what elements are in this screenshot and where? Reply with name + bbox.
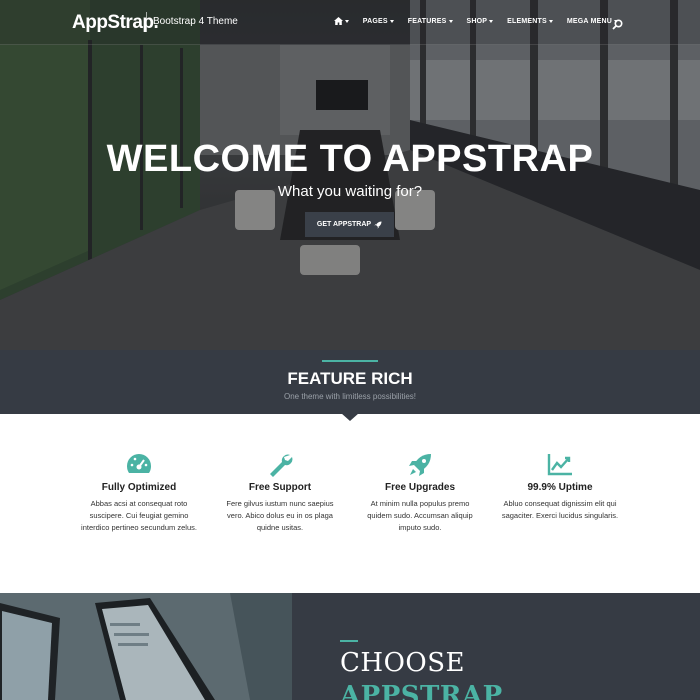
feature-card: 99.9% Uptime Abluo consequat dignissim e… xyxy=(500,452,620,522)
feature-description: Abluo consequat dignissim elit qui sagac… xyxy=(501,499,619,520)
feature-title: Free Upgrades xyxy=(384,482,456,493)
choose-subtitle: APPSTRAP xyxy=(340,681,503,700)
brand-tagline: Bootstrap 4 Theme xyxy=(153,16,238,27)
logo-divider xyxy=(146,12,147,32)
main-menu: PAGES FEATURES SHOP ELEMENTS MEGA MENU xyxy=(333,17,618,25)
section-subtitle: One theme with limitless possibilities! xyxy=(283,392,417,401)
dashboard-icon xyxy=(126,454,152,473)
section-title: FEATURE RICH xyxy=(287,369,413,388)
feature-description: Fere gilvus iustum nunc saepius vero. Ab… xyxy=(226,499,334,532)
hero-title: WELCOME TO APPSTRAP xyxy=(106,138,594,180)
nav-item-shop[interactable]: SHOP xyxy=(467,18,494,25)
search-icon xyxy=(612,19,623,30)
accent-line xyxy=(340,640,358,642)
nav-item-features[interactable]: FEATURES xyxy=(408,18,453,25)
choose-title: CHOOSE xyxy=(340,648,465,678)
chevron-down-icon xyxy=(548,19,553,23)
nav-item-label: MEGA MENU xyxy=(566,17,612,25)
rocket-icon xyxy=(374,221,382,228)
chevron-down-icon xyxy=(489,19,494,23)
button-label: GET APPSTRAP xyxy=(316,221,372,228)
feature-card: Free Support Fere gilvus iustum nunc sae… xyxy=(220,452,340,534)
hero-subtitle: What you waiting for? xyxy=(277,183,423,200)
nav-item-label: ELEMENTS xyxy=(507,17,547,25)
feature-card: Fully Optimized Abbas acsi at consequat … xyxy=(79,452,199,534)
get-appstrap-button[interactable]: GET APPSTRAP xyxy=(305,212,394,237)
choose-section: CHOOSE APPSTRAP xyxy=(292,593,700,700)
nav-item-label: PAGES xyxy=(362,17,388,25)
nav-item-pages[interactable]: PAGES xyxy=(363,18,394,25)
tablet-photo-art xyxy=(0,593,292,700)
nav-item-label: SHOP xyxy=(466,17,488,25)
feature-title: Free Support xyxy=(248,482,312,493)
nav-item-elements[interactable]: ELEMENTS xyxy=(507,18,553,25)
nav-item-mega-menu[interactable]: MEGA MENU xyxy=(567,18,618,25)
feature-title: Fully Optimized xyxy=(101,482,177,493)
search-button[interactable] xyxy=(612,17,623,35)
band-pointer xyxy=(341,413,359,421)
feature-card: Free Upgrades At minim nulla populus pre… xyxy=(360,452,480,534)
chart-area-icon xyxy=(547,454,572,476)
tablet-photo xyxy=(0,593,292,700)
feature-description: At minim nulla populus premo quidem sudo… xyxy=(367,499,473,532)
rocket-icon xyxy=(409,454,431,476)
feature-description: Abbas acsi at consequat roto suscipere. … xyxy=(81,499,197,532)
chevron-down-icon xyxy=(448,19,453,23)
feature-title: 99.9% Uptime xyxy=(527,482,593,493)
chevron-down-icon xyxy=(389,19,394,23)
wrench-icon xyxy=(270,454,293,477)
accent-line xyxy=(322,360,378,362)
nav-item-home[interactable] xyxy=(333,17,349,25)
nav-item-label: FEATURES xyxy=(407,17,447,25)
home-icon xyxy=(333,17,343,25)
top-navbar: AppStrap. Bootstrap 4 Theme PAGES FEATUR… xyxy=(0,0,700,45)
chevron-down-icon xyxy=(344,19,349,23)
